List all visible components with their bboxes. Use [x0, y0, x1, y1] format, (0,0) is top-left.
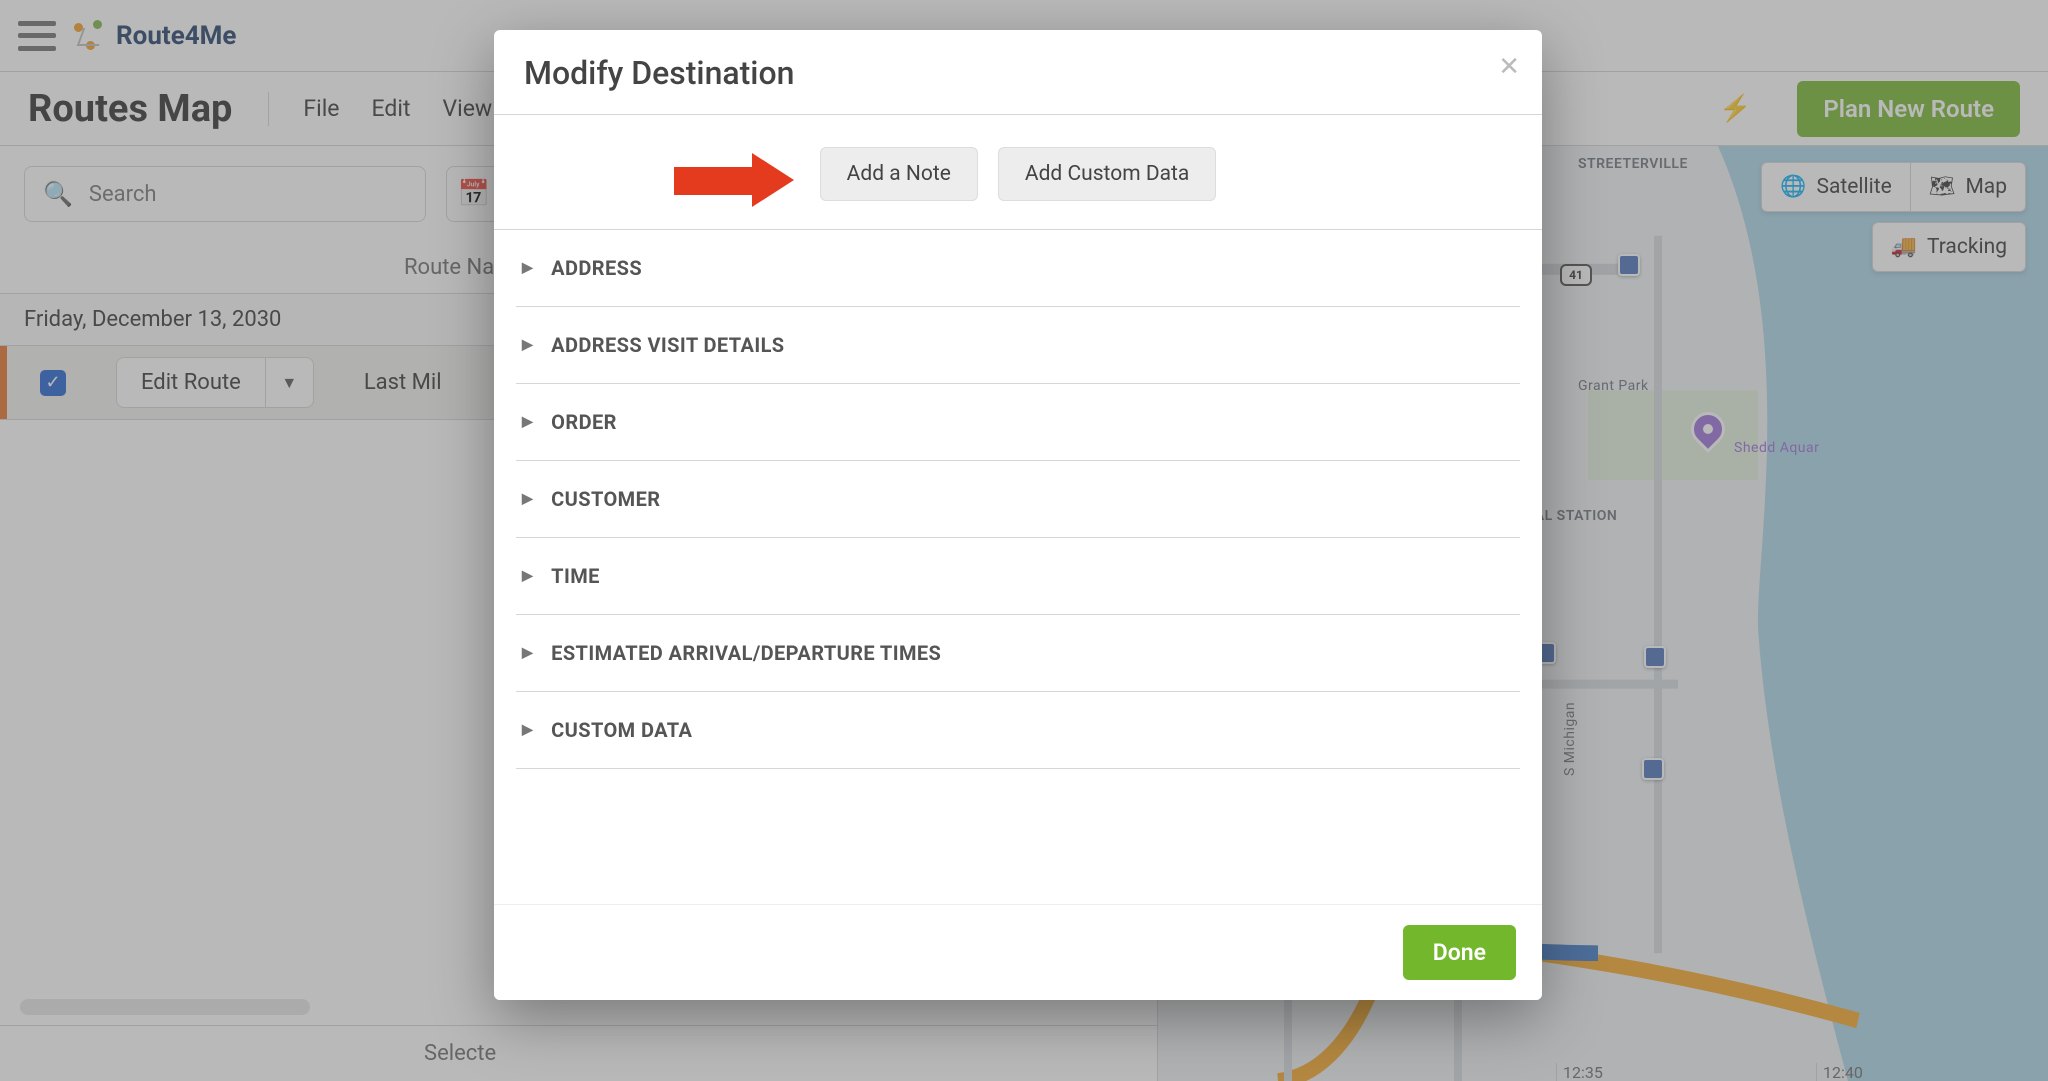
section-eta[interactable]: ▶ ESTIMATED ARRIVAL/DEPARTURE TIMES [516, 615, 1520, 691]
chevron-right-icon: ▶ [522, 491, 533, 507]
chevron-right-icon: ▶ [522, 722, 533, 738]
chevron-right-icon: ▶ [522, 260, 533, 276]
section-visit-details[interactable]: ▶ ADDRESS VISIT DETAILS [516, 307, 1520, 383]
done-button[interactable]: Done [1403, 925, 1516, 980]
modal-close-button[interactable]: ✕ [1498, 52, 1520, 82]
chevron-right-icon: ▶ [522, 337, 533, 353]
modify-destination-modal: Modify Destination ✕ Add a Note Add Cust… [494, 30, 1542, 1000]
chevron-right-icon: ▶ [522, 645, 533, 661]
section-address-label: ADDRESS [551, 256, 642, 280]
add-note-button[interactable]: Add a Note [820, 147, 978, 201]
section-eta-label: ESTIMATED ARRIVAL/DEPARTURE TIMES [551, 641, 941, 665]
section-time-label: TIME [551, 564, 600, 588]
modal-title: Modify Destination [524, 54, 794, 92]
section-address[interactable]: ▶ ADDRESS [516, 230, 1520, 306]
section-time[interactable]: ▶ TIME [516, 538, 1520, 614]
annotation-arrow-icon [674, 153, 794, 207]
add-custom-data-button[interactable]: Add Custom Data [998, 147, 1216, 201]
section-order[interactable]: ▶ ORDER [516, 384, 1520, 460]
chevron-right-icon: ▶ [522, 568, 533, 584]
section-customer-label: CUSTOMER [551, 487, 660, 511]
chevron-right-icon: ▶ [522, 414, 533, 430]
section-order-label: ORDER [551, 410, 617, 434]
section-customer[interactable]: ▶ CUSTOMER [516, 461, 1520, 537]
section-custom-data[interactable]: ▶ CUSTOM DATA [516, 692, 1520, 768]
section-visit-label: ADDRESS VISIT DETAILS [551, 333, 784, 357]
section-custom-label: CUSTOM DATA [551, 718, 692, 742]
